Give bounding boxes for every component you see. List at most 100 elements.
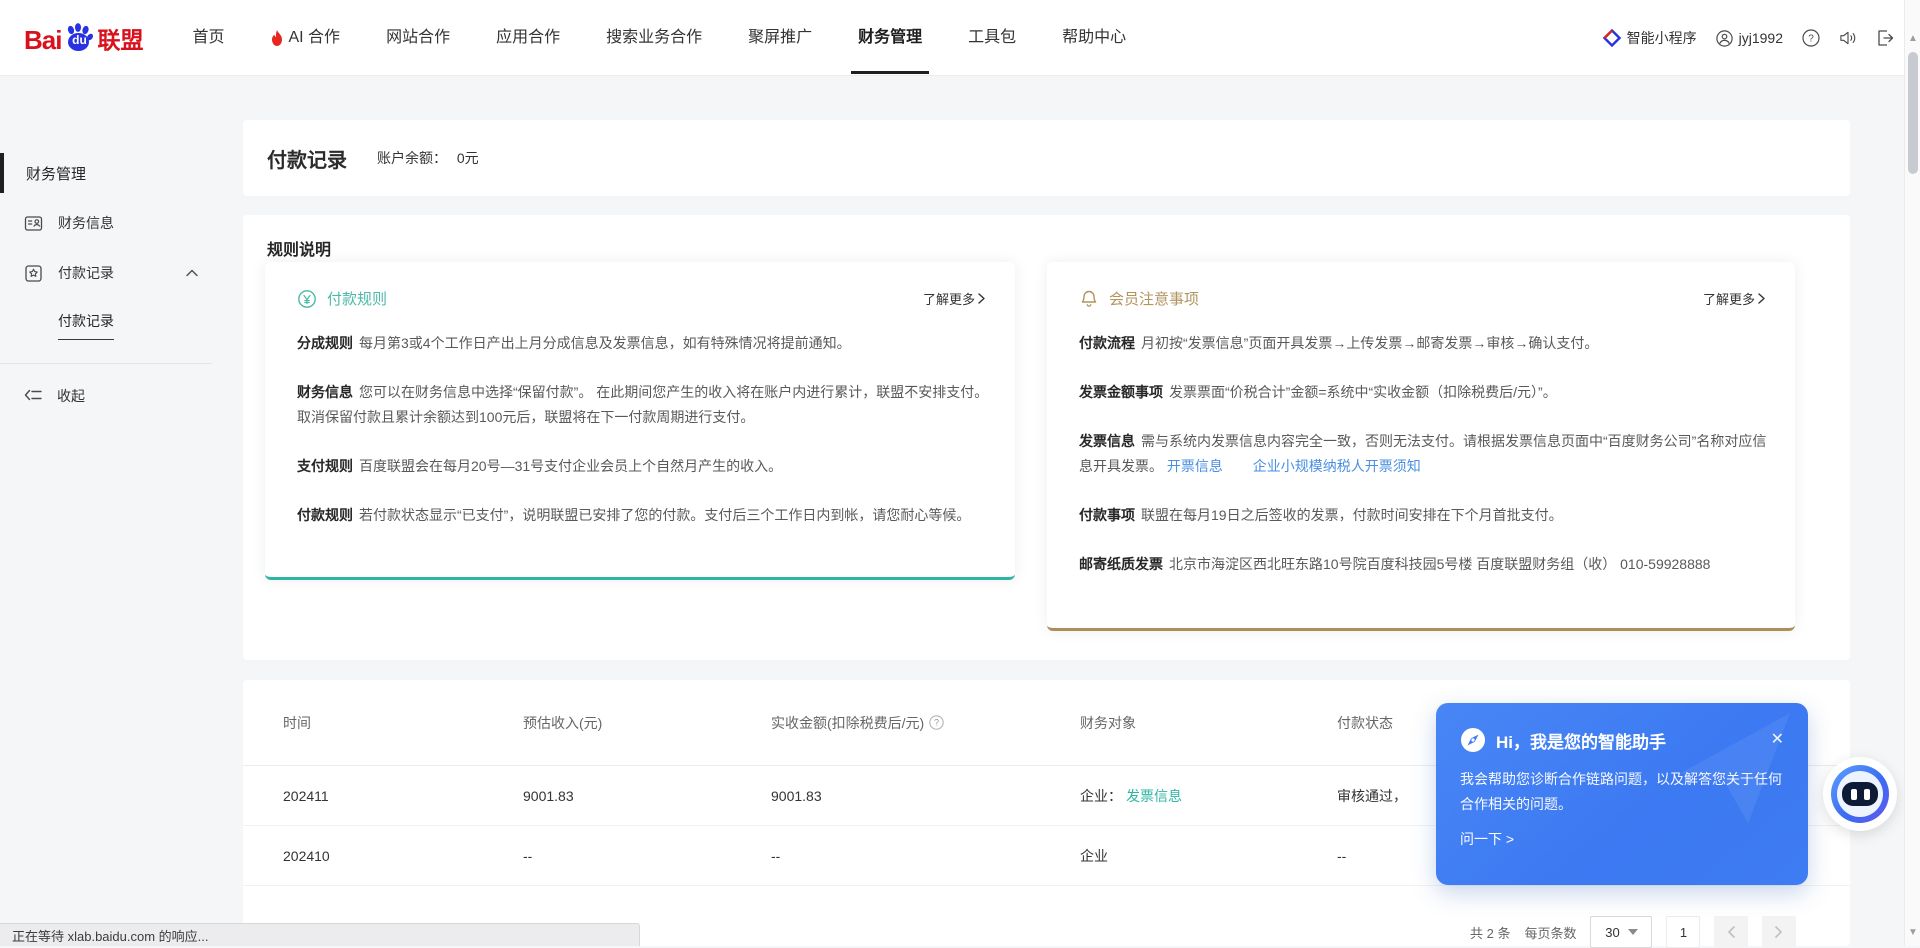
assistant-title: Hi，我是您的智能助手 — [1496, 728, 1666, 753]
col-header-time: 时间 — [283, 713, 523, 733]
question-circle-icon[interactable]: ? — [929, 715, 944, 730]
topbar-right: 智能小程序 jyj1992 ? — [1603, 0, 1894, 76]
sidebar: 财务管理 财务信息 付款记录 付款记录 收起 — [0, 76, 240, 414]
collapse-icon — [24, 387, 42, 405]
member-notes-body: 付款流程月初按“发票信息”页面开具发票→上传发票→邮寄发票→审核→确认支付。 发… — [1047, 309, 1795, 577]
sidebar-item-finance-info[interactable]: 财务信息 — [0, 205, 240, 241]
chevron-up-icon — [186, 269, 198, 277]
sidebar-collapse-button[interactable]: 收起 — [0, 378, 240, 414]
nav-item-website-coop[interactable]: 网站合作 — [363, 0, 473, 76]
col-header-received: 实收金额(扣除税费后/元) ? — [771, 713, 1080, 733]
chevron-right-icon — [1758, 293, 1765, 304]
invoice-info-link[interactable]: 开票信息 — [1167, 458, 1223, 474]
cell-received: 9001.83 — [771, 788, 1080, 804]
per-page-select[interactable]: 30 — [1590, 916, 1652, 948]
member-notes-header: 会员注意事项 了解更多 — [1047, 262, 1795, 309]
col-header-target: 财务对象 — [1080, 713, 1337, 733]
close-icon[interactable]: ✕ — [1771, 732, 1784, 748]
rule-item: 付款事项联盟在每月19日之后签收的发票，付款时间安排在下个月首批支付。 — [1079, 503, 1769, 528]
assistant-body-text: 我会帮助您诊断合作链路问题，以及解答您关于任何合作相关的问题。 — [1460, 767, 1784, 817]
prev-page-button[interactable] — [1714, 916, 1748, 948]
smart-miniprogram-link[interactable]: 智能小程序 — [1603, 28, 1697, 48]
sidebar-subitem-payment-records-active[interactable]: 付款记录 — [58, 309, 240, 341]
scroll-down-icon[interactable]: ▼ — [1908, 928, 1918, 938]
member-notes-box: 会员注意事项 了解更多 付款流程月初按“发票信息”页面开具发票→上传发票→邮寄发… — [1047, 262, 1795, 631]
cell-estimated: 9001.83 — [523, 788, 771, 804]
account-balance: 账户余额： 0元 — [377, 148, 479, 168]
payment-rules-title: 付款规则 — [327, 288, 387, 309]
payment-rules-icon — [297, 289, 317, 309]
cell-target: 企业：发票信息 — [1080, 786, 1337, 806]
payment-rules-header: 付款规则 了解更多 — [265, 262, 1015, 309]
rule-item: 财务信息您可以在财务信息中选择“保留付款”。 在此期间您产生的收入将在账户内进行… — [297, 380, 989, 430]
nav-item-toolkit[interactable]: 工具包 — [945, 0, 1039, 76]
col-header-estimated: 预估收入(元) — [523, 713, 771, 733]
cell-target: 企业 — [1080, 846, 1337, 866]
baidu-union-logo[interactable]: Bai du 联盟 — [24, 21, 143, 55]
baidu-paw-icon: du — [62, 21, 96, 55]
miniprogram-diamond-icon — [1603, 29, 1621, 47]
payment-rules-more-link[interactable]: 了解更多 — [923, 289, 985, 308]
page-scrollbar[interactable]: ▲ ▼ — [1904, 0, 1920, 946]
assistant-popup: Hi，我是您的智能助手 ✕ 我会帮助您诊断合作链路问题，以及解答您关于任何合作相… — [1436, 703, 1808, 885]
balance-value: 0元 — [457, 150, 479, 166]
flame-icon — [270, 30, 284, 46]
chevron-right-icon — [1775, 926, 1783, 938]
logo-text-du: du — [72, 33, 87, 47]
chevron-right-icon — [978, 293, 985, 304]
sidebar-active-indicator — [0, 153, 4, 193]
scrollbar-thumb[interactable] — [1908, 52, 1918, 174]
nav-item-finance-active[interactable]: 财务管理 — [835, 0, 945, 76]
logo-text-union: 联盟 — [97, 25, 143, 55]
payment-rules-box: 付款规则 了解更多 分成规则每月第3或4个工作日产出上月分成信息及发票信息，如有… — [265, 262, 1015, 580]
logo-text-bai: Bai — [24, 25, 61, 55]
cell-time: 202411 — [283, 788, 523, 804]
main-nav: 首页 AI 合作 网站合作 应用合作 搜索业务合作 聚屏推广 财务管理 工具包 … — [169, 0, 1149, 76]
chevron-down-icon — [1628, 929, 1638, 935]
nav-item-search-coop[interactable]: 搜索业务合作 — [583, 0, 725, 76]
rule-item: 付款流程月初按“发票信息”页面开具发票→上传发票→邮寄发票→审核→确认支付。 — [1079, 331, 1769, 356]
next-page-button[interactable] — [1762, 916, 1796, 948]
rules-section-title: 规则说明 — [267, 236, 331, 260]
rules-card: 规则说明 付款规则 了解更多 分成规则每月第3或4个工作日产出上月分成信息及发票… — [243, 215, 1850, 660]
assistant-robot-button[interactable] — [1823, 757, 1897, 831]
scroll-up-icon[interactable]: ▲ — [1908, 34, 1918, 44]
rule-item: 付款规则若付款状态显示“已支付”，说明联盟已安排了您的付款。支付后三个工作日内到… — [297, 503, 989, 528]
compass-icon — [1460, 727, 1486, 753]
chevron-left-icon — [1727, 926, 1735, 938]
sidebar-section-finance[interactable]: 财务管理 — [0, 155, 240, 191]
nav-item-home[interactable]: 首页 — [169, 0, 247, 76]
page-title: 付款记录 — [267, 144, 347, 173]
balance-label: 账户余额： — [377, 150, 447, 166]
nav-item-screen-promo[interactable]: 聚屏推广 — [725, 0, 835, 76]
browser-status-bar: 正在等待 xlab.baidu.com 的响应... — [0, 923, 640, 946]
page-button-1[interactable]: 1 — [1666, 916, 1700, 948]
cell-time: 202410 — [283, 848, 523, 864]
sound-icon[interactable] — [1839, 29, 1857, 47]
svg-text:?: ? — [934, 718, 939, 728]
logout-icon[interactable] — [1876, 29, 1894, 47]
svg-text:?: ? — [1808, 34, 1814, 45]
rule-item: 发票信息需与系统内发票信息内容完全一致，否则无法支付。请根据发票信息页面中“百度… — [1079, 429, 1769, 479]
nav-item-help-center[interactable]: 帮助中心 — [1039, 0, 1149, 76]
sidebar-item-payment-records[interactable]: 付款记录 — [0, 255, 240, 291]
cell-received: -- — [771, 848, 1080, 864]
status-text: 正在等待 xlab.baidu.com 的响应... — [12, 926, 209, 945]
member-notes-more-link[interactable]: 了解更多 — [1703, 289, 1765, 308]
per-page-label: 每页条数 — [1524, 923, 1576, 942]
assistant-popup-header: Hi，我是您的智能助手 ✕ — [1460, 727, 1784, 753]
invoice-info-cell-link[interactable]: 发票信息 — [1126, 788, 1182, 804]
help-icon[interactable]: ? — [1802, 29, 1820, 47]
nav-item-ai-coop[interactable]: AI 合作 — [247, 0, 363, 76]
nav-item-app-coop[interactable]: 应用合作 — [473, 0, 583, 76]
rule-item: 发票金额事项发票票面“价税合计”金额=系统中“实收金额（扣除税费后/元）”。 — [1079, 380, 1769, 405]
rule-item: 邮寄纸质发票北京市海淀区西北旺东路10号院百度科技园5号楼 百度联盟财务组（收）… — [1079, 552, 1769, 577]
cell-estimated: -- — [523, 848, 771, 864]
user-account[interactable]: jyj1992 — [1716, 30, 1783, 47]
pagination: 共 2 条 每页条数 30 1 — [1470, 916, 1796, 948]
payment-rules-body: 分成规则每月第3或4个工作日产出上月分成信息及发票信息，如有特殊情况将提前通知。… — [265, 309, 1015, 528]
small-taxpayer-notice-link[interactable]: 企业小规模纳税人开票须知 — [1253, 458, 1421, 474]
rule-item: 分成规则每月第3或4个工作日产出上月分成信息及发票信息，如有特殊情况将提前通知。 — [297, 331, 989, 356]
ask-now-link[interactable]: 问一下 > — [1460, 829, 1784, 849]
page-header-card: 付款记录 账户余额： 0元 — [243, 120, 1850, 196]
